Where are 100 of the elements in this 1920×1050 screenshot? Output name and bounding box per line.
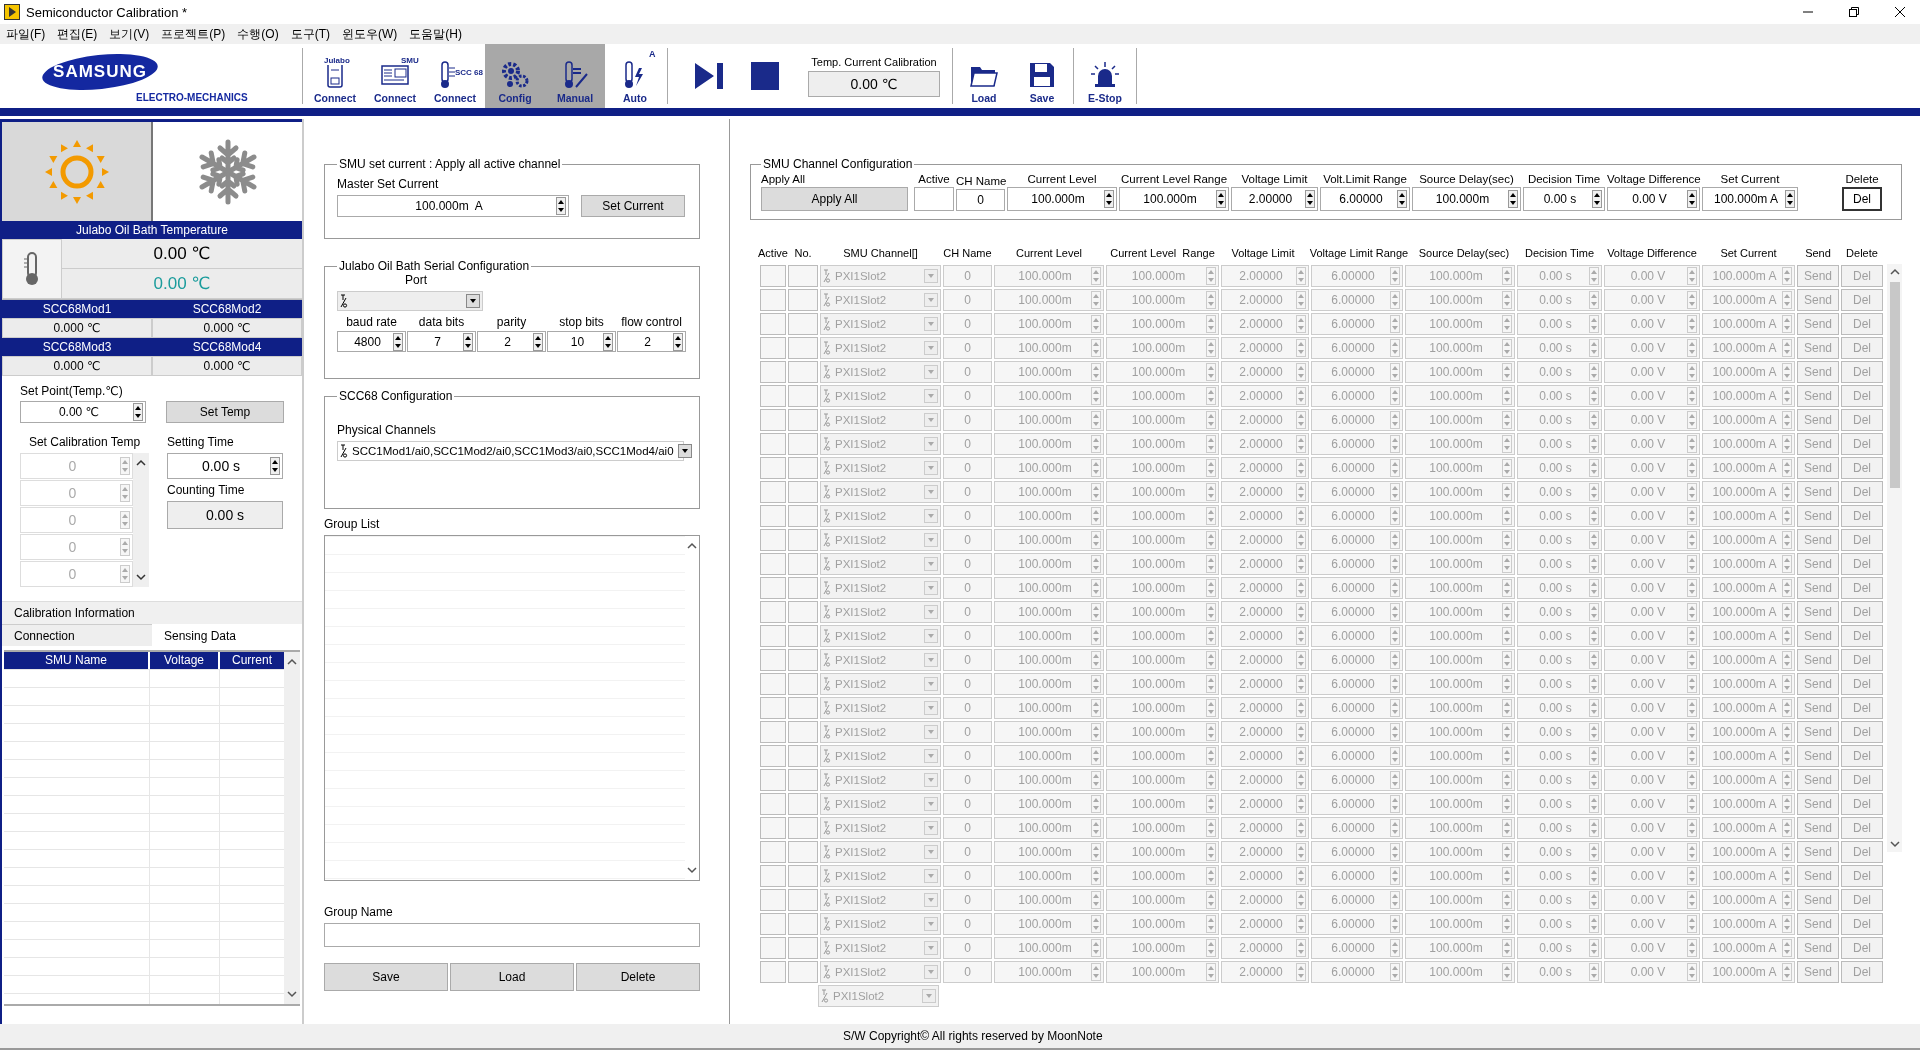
spinner-icon[interactable] [463, 332, 473, 351]
toolbar-button[interactable]: A Auto [605, 44, 665, 108]
field-label: Source Delay(sec) [1418, 173, 1515, 185]
toolbar-button[interactable]: Julabo Connect [305, 44, 365, 108]
dropdown-icon[interactable] [677, 444, 692, 458]
group-button[interactable]: Load [450, 963, 574, 991]
close-icon[interactable] [1894, 6, 1906, 18]
channel-name-field[interactable]: 0 [956, 189, 1005, 211]
del-button[interactable]: Del [1842, 187, 1882, 211]
number-field[interactable]: 4800 [337, 331, 406, 352]
number-field[interactable]: 10 [547, 331, 616, 352]
menu-item[interactable]: 윈도우(W) [342, 25, 398, 43]
scroll-down-icon[interactable] [287, 990, 297, 998]
group-name-field[interactable] [324, 923, 700, 947]
menu-item[interactable]: 프로젝트(P) [161, 25, 226, 43]
number-field[interactable]: 7 [407, 331, 476, 352]
setpoint-field[interactable]: 0.00 ℃ [20, 401, 146, 423]
spinner-icon[interactable] [1305, 190, 1315, 208]
module-reading: 0.000 ℃ [152, 318, 302, 338]
spinner-icon[interactable] [1785, 190, 1795, 208]
set-temp-button[interactable]: Set Temp [166, 401, 284, 423]
spinner-icon[interactable] [133, 403, 143, 421]
toolbar-button[interactable]: Manual [545, 44, 605, 108]
toolbar-button[interactable]: E-Stop [1076, 44, 1134, 108]
restore-icon[interactable] [1848, 6, 1860, 18]
number-field[interactable]: 6.00000 [1320, 187, 1410, 211]
channel-dropdown[interactable]: PXI1Slot2 [818, 985, 939, 1007]
group-button[interactable]: Save [324, 963, 448, 991]
spinner-icon[interactable] [1592, 190, 1602, 208]
number-field[interactable]: 2 [617, 331, 686, 352]
scroll-up-icon[interactable] [687, 542, 697, 550]
apply-all-button[interactable]: Apply All [761, 187, 908, 211]
mode-button[interactable] [2, 122, 153, 221]
number-cell [788, 841, 818, 863]
toolbar-button[interactable]: Config [485, 44, 545, 108]
active-checkbox[interactable] [914, 187, 954, 211]
module-name: SCC68Mod4 [152, 338, 302, 356]
menu-item[interactable]: 보기(V) [109, 25, 150, 43]
io-icon [823, 508, 831, 524]
field-label: Decision Time [1526, 173, 1602, 185]
spinner-icon[interactable] [603, 332, 613, 351]
spinner-icon[interactable] [1397, 190, 1407, 208]
time-field[interactable]: 0.00 s [167, 453, 283, 479]
spinner-icon[interactable] [393, 332, 403, 351]
stop-icon[interactable] [748, 59, 782, 93]
io-icon [823, 532, 831, 548]
menu-item[interactable]: 편집(E) [57, 25, 98, 43]
scroll-up-icon[interactable] [136, 459, 146, 467]
number-field[interactable]: 100.000m [1119, 187, 1229, 211]
toolbar-button[interactable]: SCC 68 Connect [425, 44, 485, 108]
menu-item[interactable]: 파일(F) [6, 25, 46, 43]
column-header: SMU Name [4, 652, 148, 669]
scroll-down-icon[interactable] [136, 573, 146, 581]
field-label: data bits [417, 315, 466, 329]
group-button[interactable]: Delete [576, 963, 700, 991]
toolbar-button[interactable]: SMU Connect [365, 44, 425, 108]
menu-item[interactable]: 수행(O) [237, 25, 279, 43]
toolbar-button[interactable]: Save [1013, 44, 1071, 108]
icon-label: A [649, 49, 656, 59]
column-header: Voltage Difference [1606, 247, 1698, 259]
number-cell [788, 289, 818, 311]
number-field[interactable]: 100.000m [1007, 187, 1117, 211]
io-icon [823, 580, 831, 596]
column-header: Voltage Limit Range [1308, 247, 1410, 259]
io-icon [823, 556, 831, 572]
temperature-field[interactable]: 0 [20, 480, 133, 506]
module-reading: 0.000 ℃ [2, 356, 152, 376]
dropdown-icon[interactable] [466, 294, 480, 308]
number-field[interactable]: 100.000m A [1702, 187, 1798, 211]
spinner-icon[interactable] [1104, 190, 1114, 208]
temperature-field[interactable]: 0 [20, 534, 133, 560]
spinner-icon[interactable] [673, 332, 683, 351]
spinner-icon[interactable] [1508, 190, 1518, 208]
temperature-field[interactable]: 0 [20, 561, 133, 587]
number-field[interactable]: 2 [477, 331, 546, 352]
number-field[interactable]: 2.00000 [1231, 187, 1318, 211]
number-field[interactable]: 100.000m [1412, 187, 1521, 211]
scroll-down-icon[interactable] [1889, 840, 1900, 848]
scroll-up-icon[interactable] [1889, 268, 1900, 276]
temperature-field[interactable]: 0 [20, 453, 133, 479]
number-cell [788, 481, 818, 503]
number-cell [788, 889, 818, 911]
number-field[interactable]: 0.00 V [1607, 187, 1700, 211]
set-current-button[interactable]: Set Current [581, 195, 685, 217]
scroll-down-icon[interactable] [687, 866, 697, 874]
menu-item[interactable]: 도움말(H) [409, 25, 462, 43]
temperature-field[interactable]: 0 [20, 507, 133, 533]
scrollbar-thumb[interactable] [1889, 282, 1900, 488]
spinner-icon[interactable] [1216, 190, 1226, 208]
spinner-icon[interactable] [1687, 190, 1697, 208]
spinner-icon[interactable] [533, 332, 543, 351]
number-field[interactable]: 0.00 s [1523, 187, 1605, 211]
scroll-up-icon[interactable] [287, 658, 297, 666]
spinner-icon[interactable] [270, 457, 280, 475]
menu-item[interactable]: 도구(T) [290, 25, 330, 43]
current-field[interactable]: 100.000m A [337, 195, 569, 217]
toolbar-button[interactable]: Load [955, 44, 1013, 108]
spinner-icon[interactable] [556, 197, 566, 215]
tab[interactable]: Connection [2, 624, 152, 646]
number-cell [788, 361, 818, 383]
